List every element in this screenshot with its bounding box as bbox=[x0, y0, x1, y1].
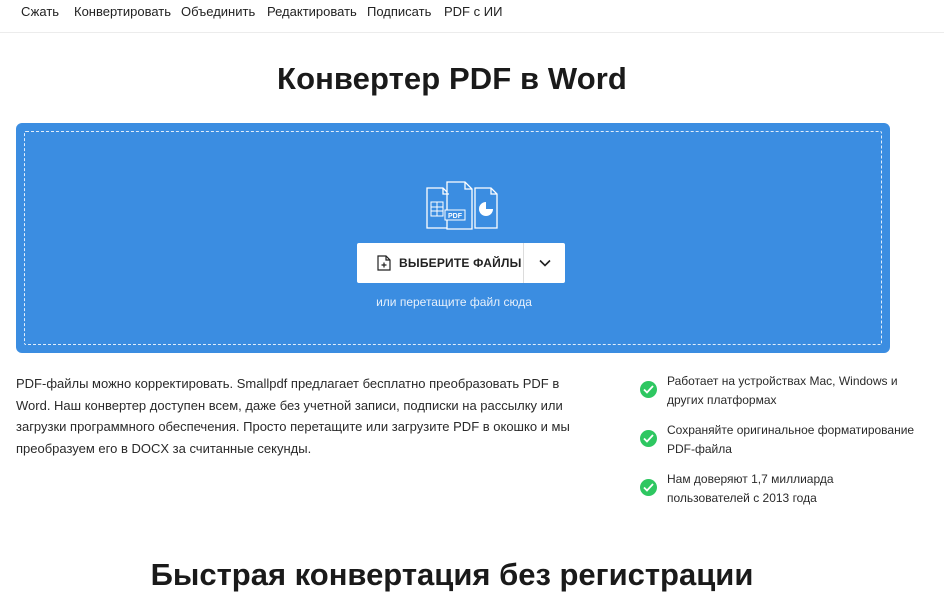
feature-item: Нам доверяют 1,7 миллиарда пользователей… bbox=[640, 470, 920, 510]
dropzone-dashed-border: PDF ВЫБЕРИТЕ ФАЙЛЫ или перетащите файл с… bbox=[24, 131, 882, 345]
feature-text: Работает на устройствах Mac, Windows и д… bbox=[667, 374, 898, 407]
description-text: PDF-файлы можно корректировать. Smallpdf… bbox=[16, 376, 570, 456]
top-nav: Сжать Конвертировать Объединить Редактир… bbox=[0, 0, 944, 33]
nav-item-pdf-ai[interactable]: PDF с ИИ bbox=[444, 4, 502, 20]
nav-item-merge[interactable]: Объединить bbox=[181, 4, 255, 20]
chevron-down-icon bbox=[539, 259, 551, 267]
check-icon bbox=[640, 381, 657, 398]
check-icon bbox=[640, 479, 657, 496]
nav-item-convert[interactable]: Конвертировать bbox=[74, 4, 171, 20]
file-dropzone[interactable]: PDF ВЫБЕРИТЕ ФАЙЛЫ или перетащите файл с… bbox=[16, 123, 890, 353]
feature-item: Работает на устройствах Mac, Windows и д… bbox=[640, 372, 920, 412]
feature-text: Нам доверяют 1,7 миллиарда пользователей… bbox=[667, 472, 834, 505]
nav-item-sign[interactable]: Подписать bbox=[367, 4, 431, 20]
choose-source-dropdown[interactable] bbox=[525, 243, 565, 283]
check-icon bbox=[640, 430, 657, 447]
section-title: Быстрая конвертация без регистрации bbox=[150, 557, 754, 592]
file-illustration-icon: PDF bbox=[426, 181, 498, 230]
feature-text: Сохраняйте оригинальное форматирование P… bbox=[667, 423, 915, 456]
feature-item: Сохраняйте оригинальное форматирование P… bbox=[640, 421, 920, 461]
add-file-icon bbox=[377, 255, 391, 271]
choose-files-button[interactable]: ВЫБЕРИТЕ ФАЙЛЫ bbox=[357, 243, 524, 283]
illustration-badge: PDF bbox=[448, 213, 463, 220]
choose-files-label: ВЫБЕРИТЕ ФАЙЛЫ bbox=[399, 256, 522, 270]
choose-files-split-button: ВЫБЕРИТЕ ФАЙЛЫ bbox=[357, 243, 565, 283]
nav-item-compress[interactable]: Сжать bbox=[21, 4, 59, 20]
page-title: Конвертер PDF в Word bbox=[277, 61, 627, 96]
drop-hint: или перетащите файл сюда bbox=[376, 295, 532, 309]
nav-item-edit[interactable]: Редактировать bbox=[267, 4, 357, 20]
